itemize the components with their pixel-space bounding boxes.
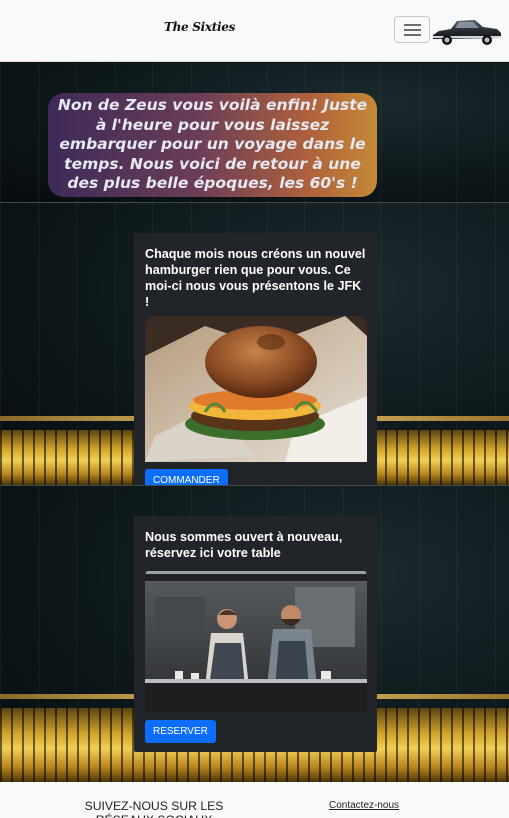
reserve-button[interactable]: RESERVER xyxy=(145,720,216,743)
navbar: The Sixties xyxy=(0,0,509,62)
reservation-card-text: Nous sommes ouvert à nouveau, réservez i… xyxy=(145,530,343,560)
reservation-card: Nous sommes ouvert à nouveau, réservez i… xyxy=(134,516,377,752)
order-button[interactable]: COMMANDER xyxy=(145,469,228,485)
vintage-car-icon xyxy=(433,20,501,45)
burger-photo xyxy=(145,316,367,462)
hero-message: Non de Zeus vous voilà enfin! Juste à l'… xyxy=(48,93,377,197)
reservation-section: Nous sommes ouvert à nouveau, réservez i… xyxy=(0,486,509,782)
kitchen-image xyxy=(145,567,367,713)
brand-logo[interactable]: The Sixties xyxy=(164,20,235,34)
burger-card: Chaque mois nous créons un nouvel hambur… xyxy=(134,233,377,485)
hero-section: Non de Zeus vous voilà enfin! Juste à l'… xyxy=(0,63,509,202)
kitchen-chefs-photo xyxy=(145,567,367,713)
footer: SUIVEZ-NOUS SUR LES RÉSEAUX SOCIAUX Cont… xyxy=(0,782,509,818)
burger-section: Chaque mois nous créons un nouvel hambur… xyxy=(0,203,509,485)
menu-toggle-button[interactable] xyxy=(394,16,430,43)
burger-image xyxy=(145,316,367,462)
social-heading: SUIVEZ-NOUS SUR LES RÉSEAUX SOCIAUX xyxy=(84,799,224,818)
contact-link[interactable]: Contactez-nous xyxy=(329,800,399,811)
hamburger-menu-icon xyxy=(404,24,421,26)
burger-card-text: Chaque mois nous créons un nouvel hambur… xyxy=(145,247,366,309)
